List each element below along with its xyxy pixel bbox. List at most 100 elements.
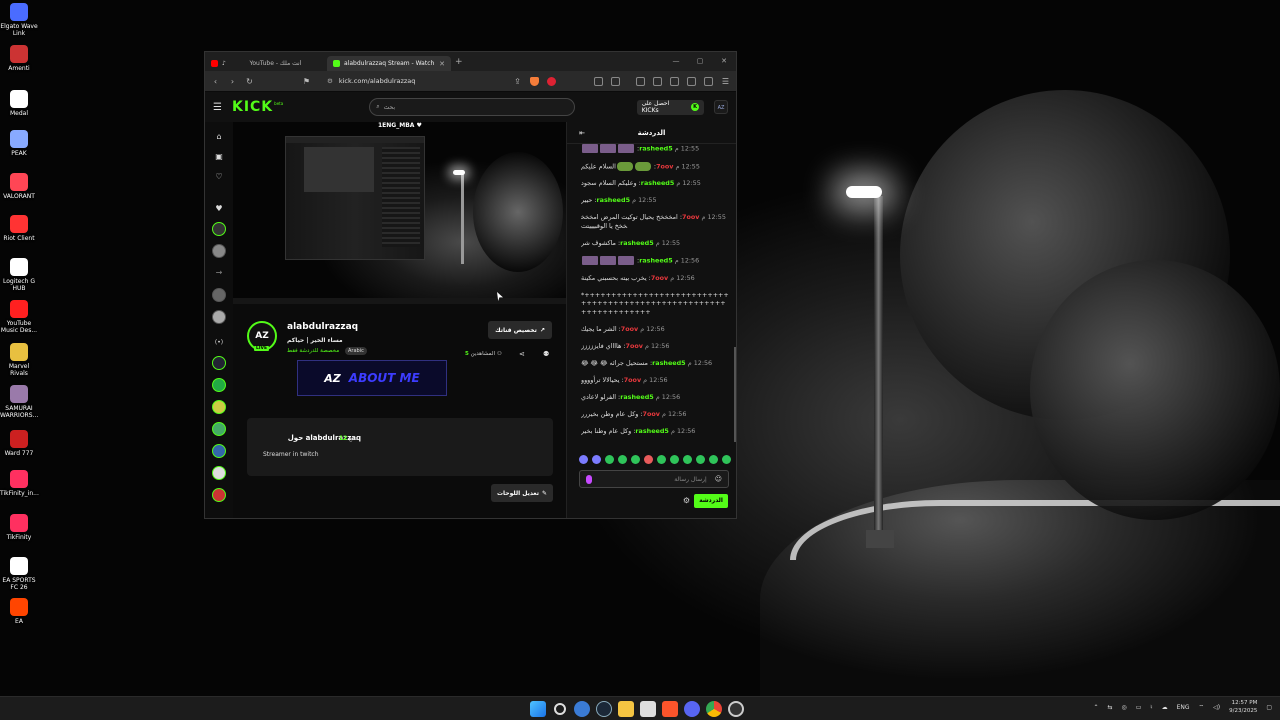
sidebar-icon[interactable] [653,76,662,86]
message-username[interactable]: 7oov [651,274,668,282]
followed-channel-avatar[interactable] [212,222,226,236]
desktop-icon[interactable]: VALORANT [0,173,38,200]
clock[interactable]: 12:57 PM 9/23/2025 [1229,699,1257,715]
speaker-icon[interactable]: ♪ [222,60,226,67]
onedrive-icon[interactable]: ☁ [1162,704,1168,711]
edit-panels-button[interactable]: تعديل اللوحات ✎ [491,484,553,502]
video-player[interactable]: 1ENG_MBA ♥ [233,122,566,304]
leo-icon[interactable] [704,76,713,86]
forward-icon[interactable]: › [228,77,237,86]
followed-heart-icon[interactable]: ♥ [212,202,226,216]
extensions-icon[interactable] [594,76,603,86]
emote-icon[interactable] [592,455,601,464]
live-radio-icon[interactable]: (•) [212,336,226,350]
recommended-channel-avatar[interactable] [212,378,226,392]
chat-send-button[interactable]: الدردشة [694,494,728,508]
language-tag[interactable]: Arabic [345,347,367,355]
message-username[interactable]: 7oov [626,342,643,350]
brave-rewards-icon[interactable] [547,76,556,86]
obs-icon[interactable] [728,701,744,717]
show-hidden-icons[interactable]: ⌃ [1093,704,1098,711]
share-icon[interactable]: ⋖ [519,350,525,358]
message-username[interactable]: rasheed5 [597,196,631,204]
emoji-picker-icon[interactable]: ☺ [715,475,722,483]
chat-scrollbar[interactable] [734,347,736,442]
brave-shield-icon[interactable] [530,76,539,86]
minimize-icon[interactable]: — [664,52,688,71]
channel-name[interactable]: alabdulrazzaq [287,322,358,332]
mic-icon[interactable] [586,474,592,484]
message-username[interactable]: 7oov [621,325,638,333]
message-username[interactable]: rasheed5 [641,179,675,187]
back-icon[interactable]: ‹ [211,77,220,86]
message-username[interactable]: rasheed5 [639,145,673,153]
display-icon[interactable]: ▭ [1136,704,1142,711]
brave-icon[interactable] [662,701,678,717]
emote-icon[interactable] [605,455,614,464]
screenshot-icon[interactable] [611,76,620,86]
search-icon[interactable] [554,703,566,715]
emote-icon[interactable] [631,455,640,464]
browse-icon[interactable]: ▣ [212,150,226,164]
desktop-icon[interactable]: Logitech G HUB [0,258,38,292]
message-username[interactable]: 7oov [624,376,641,384]
desktop-icon[interactable]: Amenti [0,45,38,72]
new-tab-button[interactable]: + [455,57,463,67]
share-icon[interactable]: ⇪ [513,77,522,86]
emote-icon[interactable] [618,455,627,464]
wifi-icon[interactable]: ⌔ [1199,703,1205,711]
emote-icon[interactable] [657,455,666,464]
copilot-icon[interactable] [574,701,590,717]
recommended-channel-avatar[interactable] [212,400,226,414]
close-tab-icon[interactable]: ✕ [439,60,445,68]
chrome-icon[interactable] [706,701,722,717]
message-username[interactable]: rasheed5 [620,393,654,401]
music-icon[interactable] [636,76,645,86]
network-tray-icon[interactable]: ◎ [1122,704,1127,711]
url-field[interactable]: ⚙ kick.com/alabdulrazzaq [319,74,505,88]
bookmark-icon[interactable]: ⚑ [302,77,311,86]
desktop-icon[interactable]: Medal [0,90,38,117]
message-username[interactable]: 7oov [643,410,660,418]
vpn-icon[interactable] [687,76,696,86]
emote-icon[interactable] [579,455,588,464]
desktop-icon[interactable]: EA SPORTS FC 26 [0,557,38,591]
desktop-icon[interactable]: Marvel Rivals [0,343,38,377]
stream-category[interactable]: مخصصة للدردشة فقط [287,348,339,354]
steam-icon[interactable] [596,701,612,717]
message-username[interactable]: rasheed5 [639,257,673,265]
desktop-icon[interactable]: Ward 777 [0,430,38,457]
bluetooth-icon[interactable]: ⇆ [1107,704,1112,711]
message-username[interactable]: rasheed5 [652,359,686,367]
collapse-chat-icon[interactable]: ⇤ [579,129,585,137]
search-input[interactable]: ⌕ بحث [369,98,575,116]
start-icon[interactable] [530,701,546,717]
emote-icon[interactable] [683,455,692,464]
emote-icon[interactable] [670,455,679,464]
desktop-icon[interactable]: YouTube Music Des... [0,300,38,334]
following-icon[interactable]: ♡ [212,170,226,184]
recommended-channel-avatar[interactable] [212,422,226,436]
customize-channel-button[interactable]: تخصيص قناتك ↗ [488,321,552,339]
chat-input[interactable]: إرسال رسالة ☺ [579,470,729,488]
wallet-icon[interactable] [670,76,679,86]
microphone-icon[interactable]: ♮ [1150,704,1152,711]
discord-icon[interactable] [684,701,700,717]
emote-icon[interactable] [644,455,653,464]
desktop-icon[interactable]: PEAK [0,130,38,157]
sidebar-arrow-icon[interactable]: → [212,266,226,280]
maximize-icon[interactable]: ▢ [688,52,712,71]
home-icon[interactable]: ⌂ [212,130,226,144]
message-username[interactable]: 7oov [656,162,673,170]
file-explorer-icon[interactable] [618,701,634,717]
kick-logo[interactable]: KICK [232,99,273,115]
user-avatar[interactable]: AZ [714,100,728,114]
message-username[interactable]: rasheed5 [635,427,669,435]
recommended-channel-avatar[interactable] [212,356,226,370]
site-info-icon[interactable]: ⚙ [327,77,333,85]
followed-channel-avatar[interactable] [212,244,226,258]
followed-channel-avatar[interactable] [212,288,226,302]
desktop-icon[interactable]: Elgato Wave Link [0,3,38,37]
volume-icon[interactable]: ◁) [1213,704,1220,711]
menu-icon[interactable]: ☰ [721,77,730,86]
